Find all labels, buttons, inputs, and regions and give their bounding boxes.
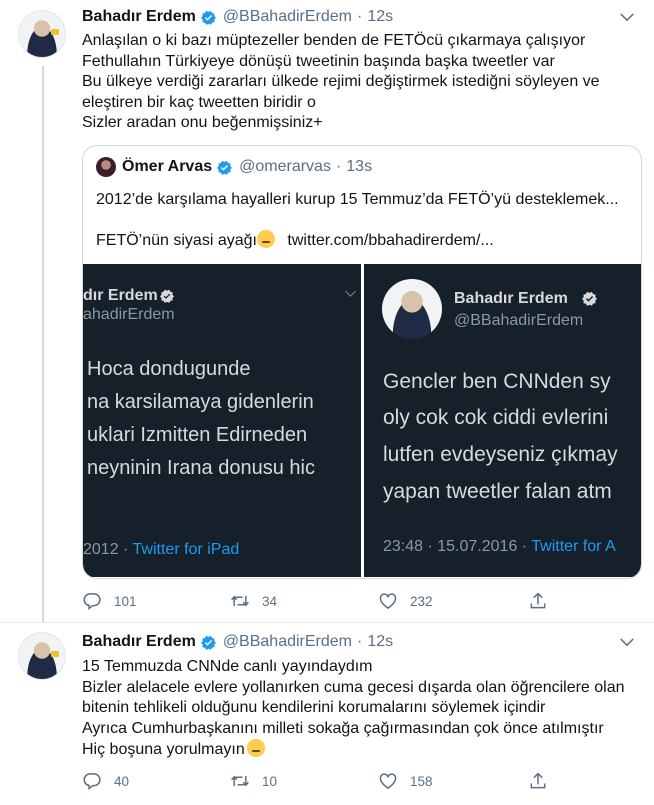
heart-icon xyxy=(379,773,397,789)
reply-button[interactable]: 101 xyxy=(82,591,137,611)
retweet-count: 10 xyxy=(262,773,278,789)
reply-count: 101 xyxy=(114,593,137,609)
reply-count: 40 xyxy=(114,773,130,789)
reply-icon xyxy=(83,773,101,791)
retweet-button[interactable]: 10 xyxy=(230,771,277,791)
quoted-link[interactable]: twitter.com/bbahadirerdem/... xyxy=(287,232,493,249)
separator-dot: · xyxy=(335,158,342,175)
media-avatar xyxy=(382,279,442,339)
tweet[interactable]: Bahadır Erdem @BBahadirErdem · 12s 15 Te… xyxy=(0,623,654,805)
share-button[interactable] xyxy=(528,771,560,791)
quoted-text: FETÖ’nün siyasi ayağı xyxy=(96,232,257,249)
media-footer: 2012 · Twitter for iPad xyxy=(83,541,239,559)
retweet-button[interactable]: 34 xyxy=(230,591,277,611)
author-handle[interactable]: @BBahadirErdem xyxy=(223,8,352,26)
like-button[interactable]: 232 xyxy=(378,591,433,611)
verified-badge-icon xyxy=(160,289,174,303)
media-text-line: yapan tweetler falan atm xyxy=(383,480,612,503)
retweet-count: 34 xyxy=(262,593,278,609)
tweet-line: eleştiren bir kaç tweetten biridir o xyxy=(82,93,316,111)
like-count: 232 xyxy=(410,593,433,609)
kiss-emoji-icon xyxy=(246,739,265,757)
retweet-icon xyxy=(231,595,249,607)
tweet-line: Bizler alelacele evlere yollanırken cuma… xyxy=(82,678,625,696)
tweet-line: Anlaşılan o ki bazı müptezeller benden d… xyxy=(82,32,586,49)
tweet-line: Ayrıca Cumhurbaşkanını milleti sokağa ça… xyxy=(82,719,604,737)
tweet-line-text: Hiç boşuna yorulmayın xyxy=(82,741,245,758)
author-name[interactable]: Bahadır Erdem xyxy=(82,633,196,651)
quoted-tweet-header: Ömer Arvas @omerarvas · 13s xyxy=(96,157,372,177)
chevron-down-icon xyxy=(344,290,357,297)
quoted-author-name: Ömer Arvas xyxy=(122,158,213,175)
reply-icon xyxy=(83,593,101,611)
tweet-actions: 40 10 158 xyxy=(82,771,562,795)
verified-badge-icon xyxy=(200,635,216,650)
thread-line xyxy=(42,66,44,622)
separator-dot: · xyxy=(357,633,363,650)
media-source: Twitter for iPad xyxy=(132,541,240,558)
tweet-header: Bahadır Erdem @BBahadirErdem · 12s xyxy=(82,8,393,26)
separator-dot: · xyxy=(357,8,363,25)
chevron-down-icon[interactable] xyxy=(618,633,636,651)
media-author-handle: @BBahadirErdem xyxy=(454,312,584,329)
tweet-line: 15 Temmuzda CNNde canlı yayındaydım xyxy=(82,658,373,675)
media-source: Twitter for A xyxy=(531,538,616,555)
media-text-line: Hoca dondugunde xyxy=(87,358,251,380)
tweet-text: 15 Temmuzda CNNde canlı yayındaydım Bizl… xyxy=(82,657,637,761)
media-text-line: neyninin Irana donusu hic xyxy=(87,457,315,479)
tweet[interactable]: Bahadır Erdem @BBahadirErdem · 12s Anlaş… xyxy=(0,0,654,622)
media-author-name: Bahadır Erdem xyxy=(454,290,568,307)
tweet-line: Sizler aradan onu beğenmişsiniz+ xyxy=(82,114,323,131)
like-count: 158 xyxy=(410,773,433,789)
like-button[interactable]: 158 xyxy=(378,771,433,791)
tweet-line: Bu ülkeye verdiği zararları ülkede rejim… xyxy=(82,73,600,90)
author-handle[interactable]: @BBahadirErdem xyxy=(223,633,352,651)
quoted-avatar xyxy=(96,157,116,177)
quoted-author-handle: @omerarvas xyxy=(239,158,331,175)
reply-button[interactable]: 40 xyxy=(82,771,129,791)
timestamp[interactable]: 12s xyxy=(367,8,393,26)
tweet-header: Bahadır Erdem @BBahadirErdem · 12s xyxy=(82,633,393,651)
media-text-line: uklari Izmitten Edirneden xyxy=(87,424,308,446)
media-text-line: oly cok cok ciddi evlerini xyxy=(383,406,609,429)
quoted-text-line: 2012’de karşılama hayalleri kurup 15 Tem… xyxy=(96,191,619,208)
tweet-actions: 101 34 232 xyxy=(82,591,562,615)
retweet-icon xyxy=(231,775,249,787)
tweet-text: Anlaşılan o ki bazı müptezeller benden d… xyxy=(82,31,637,134)
share-icon xyxy=(530,772,546,789)
verified-badge-icon xyxy=(217,160,233,175)
media-image-left[interactable]: dır Erdem ahadirErdem Hoca dondugunde na… xyxy=(83,264,361,577)
share-button[interactable] xyxy=(528,591,560,611)
heart-icon xyxy=(379,593,397,609)
verified-badge-icon xyxy=(200,10,216,25)
media-footer: 23:48 · 15.07.2016 · Twitter for A xyxy=(383,538,616,556)
tweet-line: bitenin tehlikeli olduğunu kendilerini k… xyxy=(82,699,546,716)
quoted-timestamp: 13s xyxy=(346,158,373,175)
media-text-line: Gencler ben CNNden sy xyxy=(383,370,611,393)
quoted-text-line: FETÖ’nün siyasi ayağı twitter.com/bbahad… xyxy=(96,230,494,250)
media-date: 2012 · xyxy=(83,541,129,558)
tweet-line: Fethullahın Türkiyeye dönüşü tweetinin b… xyxy=(82,52,555,70)
tweet-line: Hiç boşuna yorulmayın xyxy=(82,739,637,761)
share-icon xyxy=(530,592,546,609)
media-date: 23:48 · 15.07.2016 · xyxy=(383,538,528,555)
avatar[interactable] xyxy=(18,632,66,680)
rolling-eyes-emoji-icon xyxy=(256,230,275,248)
chevron-down-icon[interactable] xyxy=(618,8,636,26)
timestamp[interactable]: 12s xyxy=(367,633,393,651)
media-author-name: dır Erdem xyxy=(83,287,158,304)
avatar[interactable] xyxy=(18,10,66,58)
quoted-tweet[interactable]: Ömer Arvas @omerarvas · 13s 2012’de karş… xyxy=(82,145,642,579)
verified-badge-icon xyxy=(582,291,597,306)
author-name[interactable]: Bahadır Erdem xyxy=(82,8,196,26)
media-text-line: lutfen evdeyseniz çıkmay xyxy=(383,443,618,466)
media-text-line: na karsilamaya gidenlerin xyxy=(87,391,314,413)
media-author-handle: ahadirErdem xyxy=(83,306,175,323)
media-image-right[interactable]: Bahadır Erdem @BBahadirErdem Gencler ben… xyxy=(364,264,641,577)
